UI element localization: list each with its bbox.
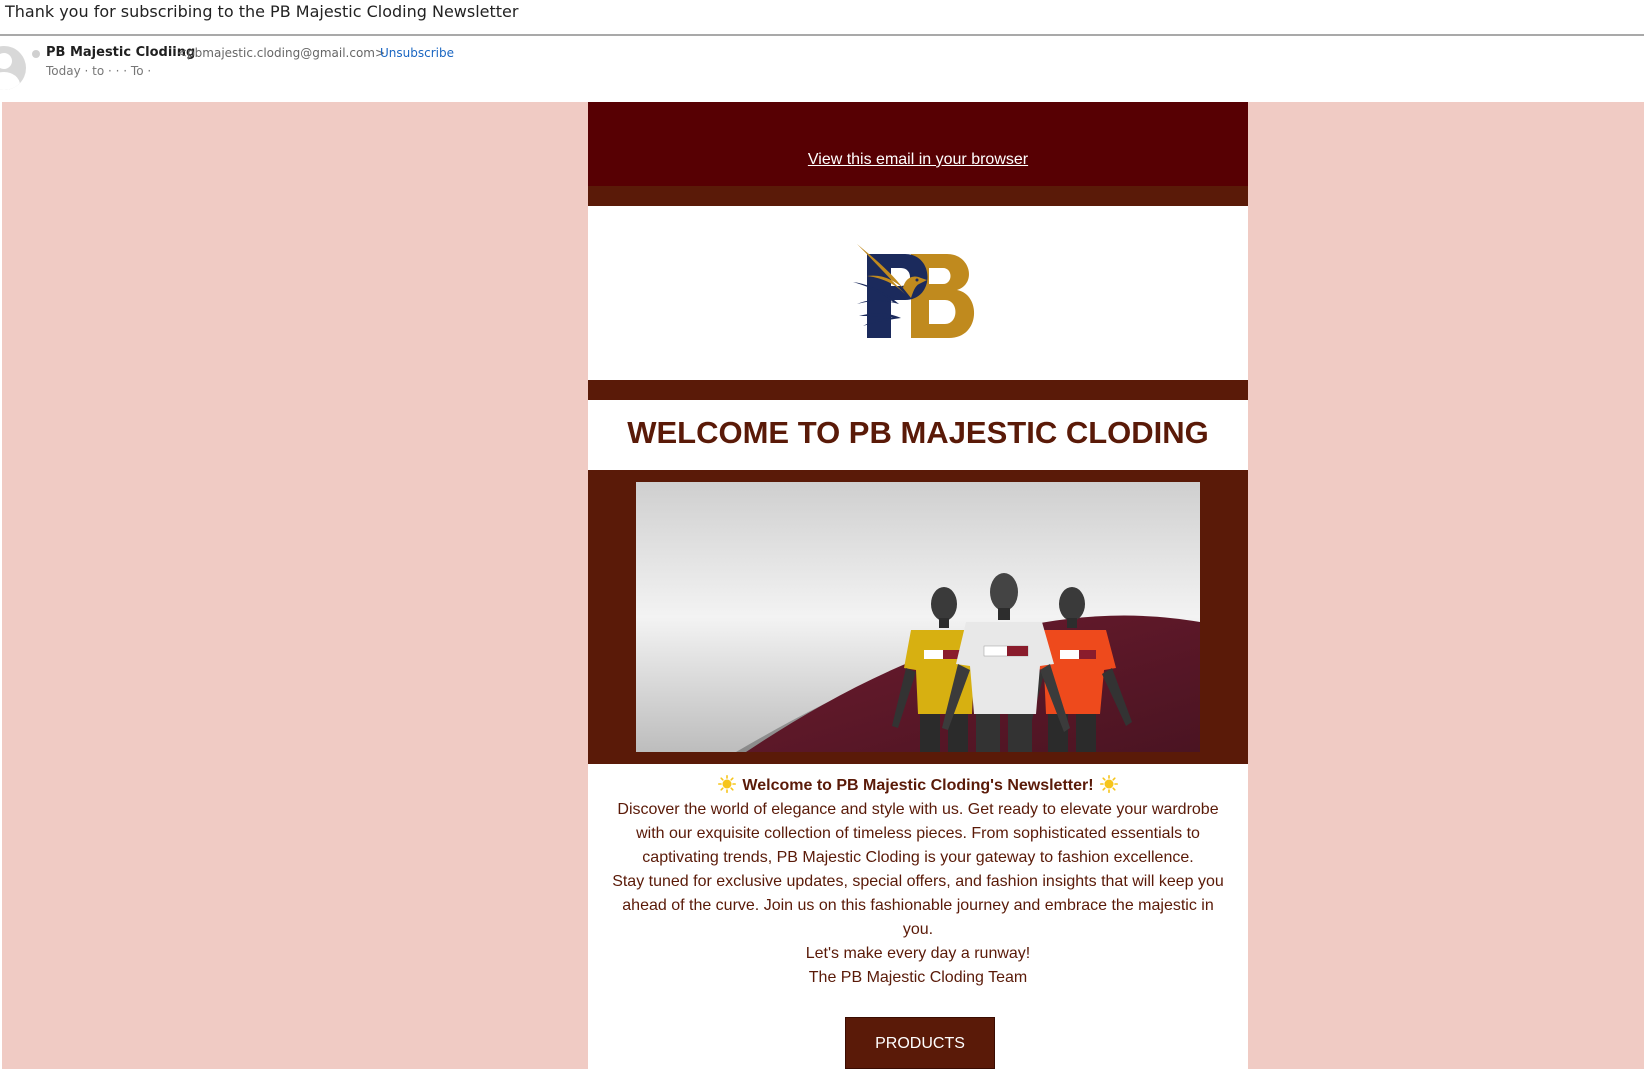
top-banner: View this email in your browser — [588, 102, 1248, 186]
email-subject: Thank you for subscribing to the PB Maje… — [5, 2, 519, 21]
unsubscribe-link[interactable]: Unsubscribe — [380, 46, 454, 60]
logo-section — [588, 206, 1248, 380]
signature: The PB Majestic Cloding Team — [808, 969, 1028, 986]
newsletter-content: Welcome to PB Majestic Cloding's Newslet… — [588, 774, 1248, 990]
view-in-browser-link[interactable]: View this email in your browser — [588, 151, 1248, 169]
intro-title: Welcome to PB Majestic Cloding's Newslet… — [742, 777, 1094, 794]
divider-stripe — [588, 186, 1248, 206]
recipient-line: Today · to · · · To · — [46, 64, 152, 78]
email-subject-bar: Thank you for subscribing to the PB Maje… — [0, 0, 1644, 36]
welcome-heading: WELCOME TO PB MAJESTIC CLODING — [627, 415, 1209, 450]
sun-icon — [718, 775, 737, 793]
divider-stripe — [588, 380, 1248, 400]
updates-paragraph: Stay tuned for exclusive updates, specia… — [612, 873, 1224, 938]
newsletter-container: View this email in your browser WELCOME … — [588, 102, 1248, 1069]
hero-frame — [588, 470, 1248, 764]
sender-email: <pbmajestic.cloding@gmail.com> — [177, 46, 386, 60]
avatar-icon[interactable] — [0, 46, 26, 90]
email-body-background: View this email in your browser WELCOME … — [2, 102, 1644, 1069]
sender-row: PB Majestic Clodiing <pbmajestic.cloding… — [0, 38, 1644, 102]
sender-name[interactable]: PB Majestic Clodiing — [46, 45, 195, 60]
intro-paragraph: Discover the world of elegance and style… — [617, 801, 1219, 866]
products-button[interactable]: PRODUCTS — [845, 1017, 995, 1069]
pb-logo — [853, 244, 975, 338]
hero-image — [636, 482, 1200, 752]
sun-icon — [1099, 775, 1118, 793]
intro-title-row: Welcome to PB Majestic Cloding's Newslet… — [588, 774, 1248, 798]
closing-line: Let's make every day a runway! — [805, 945, 1031, 962]
presence-dot — [32, 50, 40, 58]
